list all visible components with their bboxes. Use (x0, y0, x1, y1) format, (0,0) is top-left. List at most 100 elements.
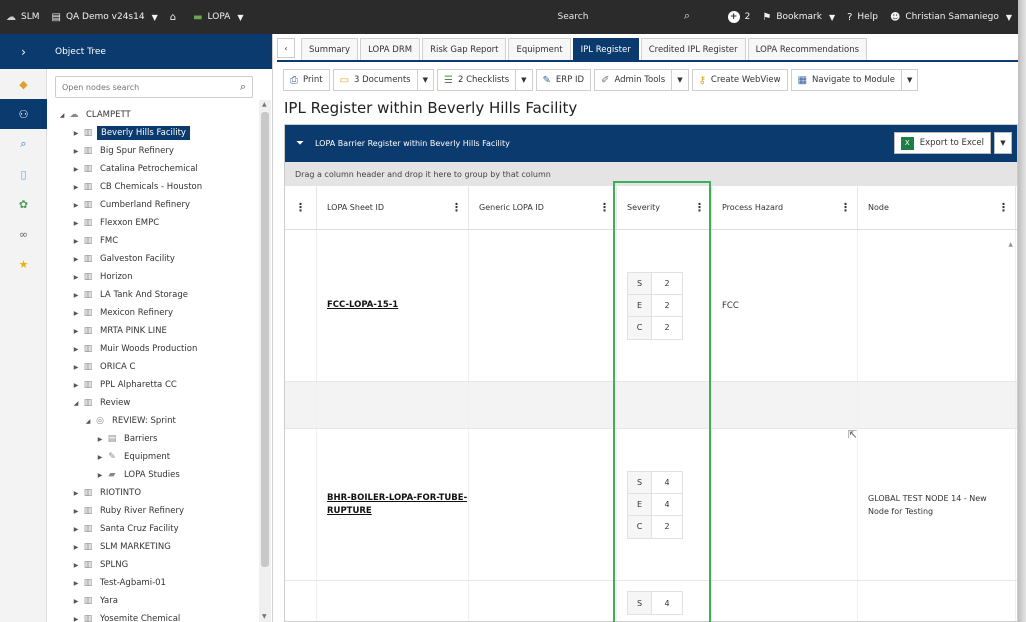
rail-glasses-button[interactable]: ∞ (0, 219, 47, 249)
column-header-generic-lopa-id[interactable]: Generic LOPA ID ⋮ (469, 186, 617, 229)
tree-node[interactable]: ▶ ▥ Mexicon Refinery (47, 304, 259, 322)
tab-ipl-register[interactable]: IPL Register (572, 38, 639, 60)
admin-tools-button[interactable]: ✐ Admin Tools (594, 69, 673, 91)
scroll-up-icon[interactable]: ▲ (262, 101, 267, 108)
bookmark-menu[interactable]: ⚑ Bookmark ▼ (756, 0, 841, 34)
user-menu[interactable]: ☻ Christian Samaniego ▼ (884, 0, 1018, 34)
tree-node[interactable]: ▶ ▥ Yara (47, 592, 259, 610)
expand-icon[interactable]: ▶ (71, 292, 81, 299)
collapse-icon[interactable]: ◢ (71, 400, 81, 407)
tree-node[interactable]: ▶ ▥ Santa Cruz Facility (47, 520, 259, 538)
tabs-scroll-left[interactable]: ‹ (277, 38, 295, 58)
expand-icon[interactable]: ▶ (71, 220, 81, 227)
tree-scrollbar[interactable]: ▲ ▼ (259, 100, 271, 622)
tree-node[interactable]: ▶ ▥ RIOTINTO (47, 484, 259, 502)
tree-node[interactable]: ▶ ▥ Big Spur Refinery (47, 142, 259, 160)
tree-node[interactable]: ▶ ▥ PPL Alpharetta CC (47, 376, 259, 394)
rail-tree-button[interactable]: ⚇ (0, 99, 47, 129)
checklists-dropdown[interactable]: ▼ (516, 69, 533, 91)
expand-icon[interactable]: ▶ (71, 562, 81, 569)
tree-node[interactable]: ▶ ✎ Equipment (47, 448, 259, 466)
tree-node[interactable]: ▶ ▥ Catalina Petrochemical (47, 160, 259, 178)
tree-node[interactable]: ◢ ▥ Review (47, 394, 259, 412)
create-webview-button[interactable]: ⚷ Create WebView (691, 69, 788, 91)
tab-lopa-recommendations[interactable]: LOPA Recommendations (747, 38, 868, 60)
tree-scroll-thumb[interactable] (261, 112, 269, 567)
kebab-icon[interactable]: ⋮ (694, 201, 705, 214)
lopa-sheet-id-link[interactable]: FCC-LOPA-15-1 (317, 230, 469, 381)
rail-star-button[interactable]: ★ (0, 249, 47, 279)
expand-panel-button[interactable]: › (0, 34, 47, 69)
checklists-button[interactable]: ☰ 2 Checklists (436, 69, 517, 91)
home-button[interactable]: ⌂ (164, 0, 187, 34)
module-selector[interactable]: ▬ LOPA ▼ (187, 0, 249, 34)
search-icon[interactable]: ⌕ (240, 80, 246, 94)
tree-node[interactable]: ▶ ▥ Beverly Hills Facility (47, 124, 259, 142)
tree-node[interactable]: ▶ ▥ SLM MARKETING (47, 538, 259, 556)
table-row[interactable]: BHR-BOILER-LOPA-FOR-TUBE-RUPTURE S 4 E 4 C 2 GL… (285, 429, 1017, 581)
table-row[interactable] (285, 382, 1017, 429)
expand-icon[interactable]: ▶ (71, 184, 81, 191)
expand-icon[interactable]: ▶ (71, 346, 81, 353)
notifications-button[interactable]: +2 (722, 0, 757, 34)
column-header-severity[interactable]: Severity ⋮ (617, 186, 712, 229)
expand-icon[interactable]: ▶ (71, 310, 81, 317)
export-excel-button[interactable]: X Export to Excel (893, 132, 991, 154)
expand-icon[interactable]: ▶ (95, 472, 105, 479)
tree-search-input[interactable] (56, 77, 226, 97)
expand-icon[interactable]: ▶ (71, 364, 81, 371)
collapse-icon[interactable]: ◢ (83, 418, 93, 425)
rail-document-button[interactable]: ▯ (0, 159, 47, 189)
expand-icon[interactable]: ▶ (71, 508, 81, 515)
tree-node[interactable]: ▶ ▥ CB Chemicals - Houston (47, 178, 259, 196)
tree-node[interactable]: ◢ ◎ REVIEW: Sprint (47, 412, 259, 430)
tree-node[interactable]: ▶ ▥ Yosemite Chemical (47, 610, 259, 622)
expand-icon[interactable]: ▶ (95, 454, 105, 461)
column-header-node[interactable]: Node ⋮ (858, 186, 1016, 229)
print-button[interactable]: ⎙ Print (283, 69, 330, 91)
tree-node[interactable]: ▶ ▰ LOPA Studies (47, 466, 259, 484)
global-search[interactable]: Search ⌕ (452, 7, 694, 27)
table-row[interactable]: FCC-LOPA-15-1 S 2 E 2 C 2 FCC (285, 230, 1017, 382)
row-menu-header[interactable]: ⋮ (285, 186, 317, 229)
export-dropdown[interactable]: ▼ (994, 132, 1012, 154)
search-icon[interactable]: ⌕ (684, 9, 690, 23)
tree-node[interactable]: ▶ ▥ SPLNG (47, 556, 259, 574)
column-header-process-hazard[interactable]: Process Hazard ⋮ (712, 186, 858, 229)
tree-node[interactable]: ▶ ▥ Cumberland Refinery (47, 196, 259, 214)
tab-summary[interactable]: Summary (301, 38, 359, 60)
lopa-sheet-id-link[interactable]: BHR-BOILER-LOPA-FOR-TUBE-RUPTURE (317, 429, 469, 580)
expand-icon[interactable]: ▶ (71, 382, 81, 389)
navigate-module-button[interactable]: ▦ Navigate to Module (790, 69, 902, 91)
erp-id-button[interactable]: ✎ ERP ID (535, 69, 592, 91)
rail-gear-button[interactable]: ✿ (0, 189, 47, 219)
tree-node[interactable]: ▶ ▥ Muir Woods Production (47, 340, 259, 358)
documents-dropdown[interactable]: ▼ (417, 69, 434, 91)
kebab-icon[interactable]: ⋮ (295, 201, 306, 214)
table-row[interactable]: BEVERLY HILLS REFINERYS4BEVERLY HILLS RE… (285, 581, 1017, 621)
expand-icon[interactable]: ▶ (71, 490, 81, 497)
expand-icon[interactable]: ▶ (71, 328, 81, 335)
tree-root[interactable]: ◢ ☁ CLAMPETT (47, 106, 259, 124)
tab-lopa-drm[interactable]: LOPA DRM (360, 38, 421, 60)
tree-node[interactable]: ▶ ▥ FMC (47, 232, 259, 250)
tree-search-box[interactable]: ⌕ (55, 76, 253, 98)
scroll-down-icon[interactable]: ▼ (262, 613, 267, 620)
expand-icon[interactable]: ▶ (71, 166, 81, 173)
lopa-sheet-id-link[interactable]: BEVERLY HILLS REFINERY (317, 581, 469, 621)
rail-search-button[interactable]: ⌕ (0, 129, 47, 159)
group-by-bar[interactable]: Drag a column header and drop it here to… (285, 162, 1017, 186)
tab-risk-gap-report[interactable]: Risk Gap Report (422, 38, 507, 60)
kebab-icon[interactable]: ⋮ (998, 201, 1009, 214)
column-header-lopa-sheet-id[interactable]: LOPA Sheet ID ⋮ (317, 186, 469, 229)
tree-node[interactable]: ▶ ▥ Galveston Facility (47, 250, 259, 268)
expanded-icon[interactable]: ◢ (57, 112, 67, 119)
expand-icon[interactable]: ▶ (71, 526, 81, 533)
expand-icon[interactable]: ▶ (71, 202, 81, 209)
tree-node[interactable]: ▶ ▥ Ruby River Refinery (47, 502, 259, 520)
expand-icon[interactable]: ▶ (95, 436, 105, 443)
expand-icon[interactable]: ▶ (71, 598, 81, 605)
tree-node[interactable]: ▶ ▥ LA Tank And Storage (47, 286, 259, 304)
tree-node[interactable]: ▶ ▥ Flexxon EMPC (47, 214, 259, 232)
expand-icon[interactable]: ▶ (71, 130, 81, 137)
